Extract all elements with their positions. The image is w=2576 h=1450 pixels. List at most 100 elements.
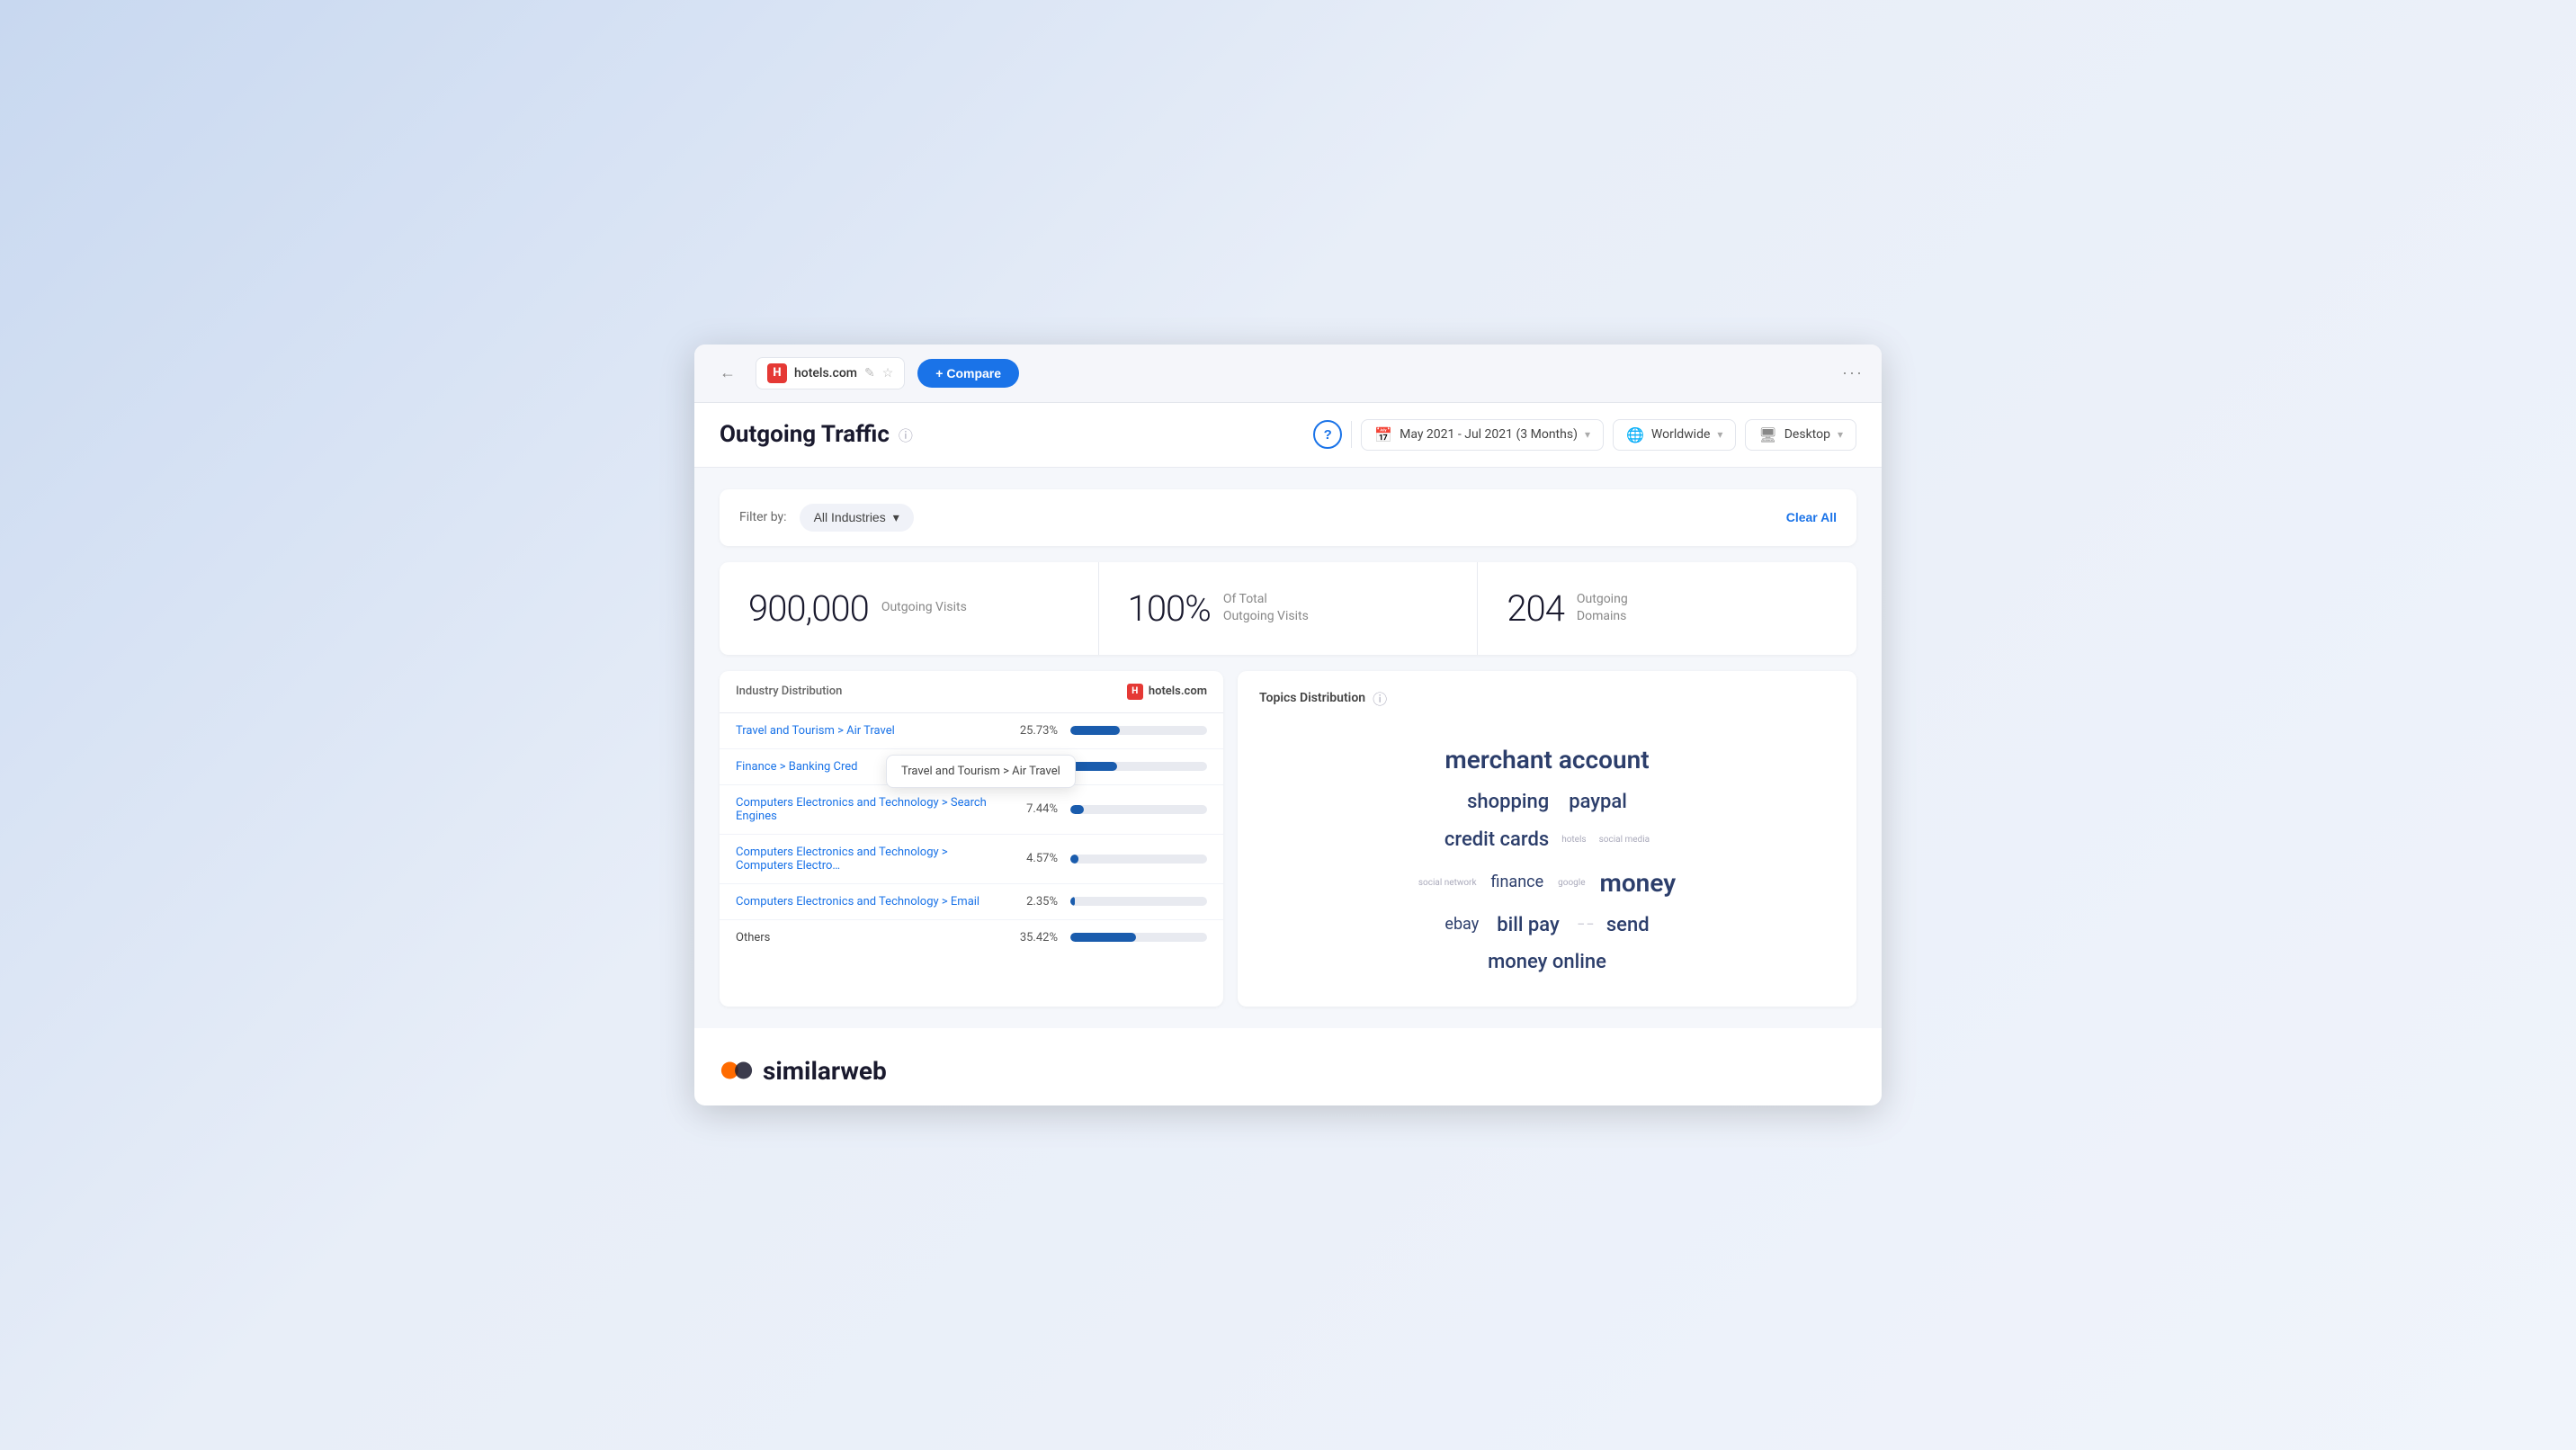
panel-site-name: hotels.com	[1149, 685, 1207, 698]
bar-fill	[1070, 897, 1075, 906]
cloud-word: bill pay	[1497, 907, 1560, 944]
separator	[1351, 421, 1352, 448]
topics-title: Topics Distribution	[1259, 691, 1365, 705]
device-chevron-icon: ▾	[1838, 428, 1843, 441]
star-icon[interactable]: ☆	[882, 366, 894, 380]
cloud-word: paypal	[1569, 783, 1627, 821]
industry-pct: 4.57%	[1006, 852, 1058, 865]
topics-info-icon[interactable]: ⓘ	[1373, 687, 1387, 709]
stat-total-pct: 100% Of TotalOutgoing Visits	[1099, 562, 1479, 655]
cloud-word: social media	[1599, 831, 1650, 848]
cloud-word: merchant account	[1445, 736, 1649, 783]
footer: similarweb	[694, 1028, 1882, 1105]
bar-container	[1070, 933, 1207, 942]
date-range-label: May 2021 - Jul 2021 (3 Months)	[1400, 427, 1578, 442]
cloud-word: — —	[1578, 917, 1594, 934]
industry-panel: Industry Distribution H hotels.com Trave…	[720, 671, 1223, 1007]
bar-container	[1070, 726, 1207, 735]
cloud-row: shopping paypal	[1467, 783, 1627, 821]
industry-panel-header: Industry Distribution H hotels.com	[720, 671, 1223, 713]
back-button[interactable]: ←	[712, 360, 743, 386]
bar-container	[1070, 762, 1207, 771]
industry-row: Finance > Banking Cred 24.49% Travel and…	[720, 749, 1223, 785]
industry-row: Computers Electronics and Technology > S…	[720, 785, 1223, 835]
site-icon: H	[767, 363, 787, 383]
filter-label: Filter by:	[739, 510, 787, 524]
browser-window: ← H hotels.com ✎ ☆ + Compare ··· Outgoin…	[694, 345, 1882, 1106]
bar-fill	[1070, 762, 1117, 771]
device-label: Desktop	[1784, 427, 1830, 442]
bar-container	[1070, 805, 1207, 814]
outgoing-domains-desc: OutgoingDomains	[1577, 591, 1628, 626]
bar-fill	[1070, 933, 1136, 942]
clear-all-button[interactable]: Clear All	[1786, 510, 1837, 524]
topics-header: Topics Distribution ⓘ	[1259, 687, 1835, 709]
industry-pct: 35.42%	[1006, 931, 1058, 944]
cloud-word: money online	[1488, 944, 1606, 981]
cloud-row: merchant account	[1445, 736, 1649, 783]
industry-panel-title: Industry Distribution	[736, 685, 842, 698]
industry-filter-chevron: ▾	[893, 510, 899, 525]
calendar-icon: 📅	[1374, 426, 1392, 443]
industry-name-others: Others	[736, 931, 1006, 944]
geography-label: Worldwide	[1651, 427, 1710, 442]
bar-fill	[1070, 805, 1084, 814]
more-button[interactable]: ···	[1842, 363, 1864, 382]
bottom-panels: Industry Distribution H hotels.com Trave…	[720, 671, 1856, 1007]
cloud-word: hotels	[1561, 831, 1586, 848]
total-pct-desc: Of TotalOutgoing Visits	[1223, 591, 1309, 626]
outgoing-visits-number: 900,000	[748, 587, 869, 630]
industry-name[interactable]: Computers Electronics and Technology > S…	[736, 796, 1006, 823]
cloud-word: google	[1558, 874, 1585, 891]
mini-site-icon: H	[1127, 684, 1143, 700]
stats-row: 900,000 Outgoing Visits 100% Of TotalOut…	[720, 562, 1856, 655]
outgoing-visits-desc: Outgoing Visits	[881, 599, 967, 617]
edit-icon[interactable]: ✎	[864, 366, 875, 380]
page-title: Outgoing Traffic	[720, 421, 890, 448]
compare-button[interactable]: + Compare	[917, 359, 1019, 388]
cloud-word: shopping	[1467, 783, 1549, 821]
total-pct-number: 100%	[1128, 587, 1211, 630]
main-content: Filter by: All Industries ▾ Clear All 90…	[694, 468, 1882, 1029]
bar-fill	[1070, 855, 1078, 864]
industry-name[interactable]: Computers Electronics and Technology > E…	[736, 895, 1006, 908]
help-button[interactable]: ?	[1313, 420, 1342, 449]
similarweb-logo-text: similarweb	[763, 1056, 887, 1086]
cloud-word: social network	[1418, 874, 1477, 891]
filter-left: Filter by: All Industries ▾	[739, 504, 914, 532]
stat-outgoing-visits: 900,000 Outgoing Visits	[720, 562, 1099, 655]
cloud-word: money	[1600, 859, 1677, 907]
industry-name[interactable]: Computers Electronics and Technology > C…	[736, 846, 1006, 873]
industry-row: Computers Electronics and Technology > C…	[720, 835, 1223, 884]
industry-row: Travel and Tourism > Air Travel 25.73%	[720, 713, 1223, 749]
cloud-word: ebay	[1445, 909, 1479, 940]
industry-row: Others 35.42%	[720, 920, 1223, 955]
device-dropdown[interactable]: 🖥 Desktop ▾	[1745, 419, 1856, 451]
globe-icon: 🌐	[1626, 426, 1644, 443]
date-range-dropdown[interactable]: 📅 May 2021 - Jul 2021 (3 Months) ▾	[1361, 419, 1604, 451]
desktop-icon: 🖥	[1758, 426, 1776, 443]
industry-filter-label: All Industries	[814, 510, 886, 524]
panel-site-col: H hotels.com	[1127, 684, 1207, 700]
cloud-word: credit cards	[1445, 821, 1549, 859]
site-badge: H hotels.com ✎ ☆	[756, 357, 905, 389]
similarweb-logo-icon	[720, 1053, 754, 1088]
header-controls: ? 📅 May 2021 - Jul 2021 (3 Months) ▾ 🌐 W…	[1313, 419, 1856, 451]
geography-dropdown[interactable]: 🌐 Worldwide ▾	[1613, 419, 1736, 451]
industry-filter-dropdown[interactable]: All Industries ▾	[800, 504, 914, 532]
industry-pct: 2.35%	[1006, 895, 1058, 908]
bar-fill	[1070, 726, 1120, 735]
topics-panel: Topics Distribution ⓘ merchant account s…	[1238, 671, 1856, 1007]
page-header: Outgoing Traffic ⓘ ? 📅 May 2021 - Jul 20…	[694, 403, 1882, 468]
cloud-row: social network finance google money	[1418, 859, 1676, 907]
cloud-row: credit cards hotels social media	[1445, 821, 1650, 859]
browser-toolbar: ← H hotels.com ✎ ☆ + Compare ···	[694, 345, 1882, 403]
industry-pct: 25.73%	[1006, 724, 1058, 738]
industry-pct: 7.44%	[1006, 802, 1058, 816]
industry-row: Computers Electronics and Technology > E…	[720, 884, 1223, 920]
title-info-icon[interactable]: ⓘ	[899, 424, 913, 445]
cloud-word: send	[1606, 907, 1650, 944]
industry-name[interactable]: Travel and Tourism > Air Travel	[736, 724, 1006, 738]
page-title-area: Outgoing Traffic ⓘ	[720, 421, 913, 448]
site-name: hotels.com	[794, 366, 857, 380]
